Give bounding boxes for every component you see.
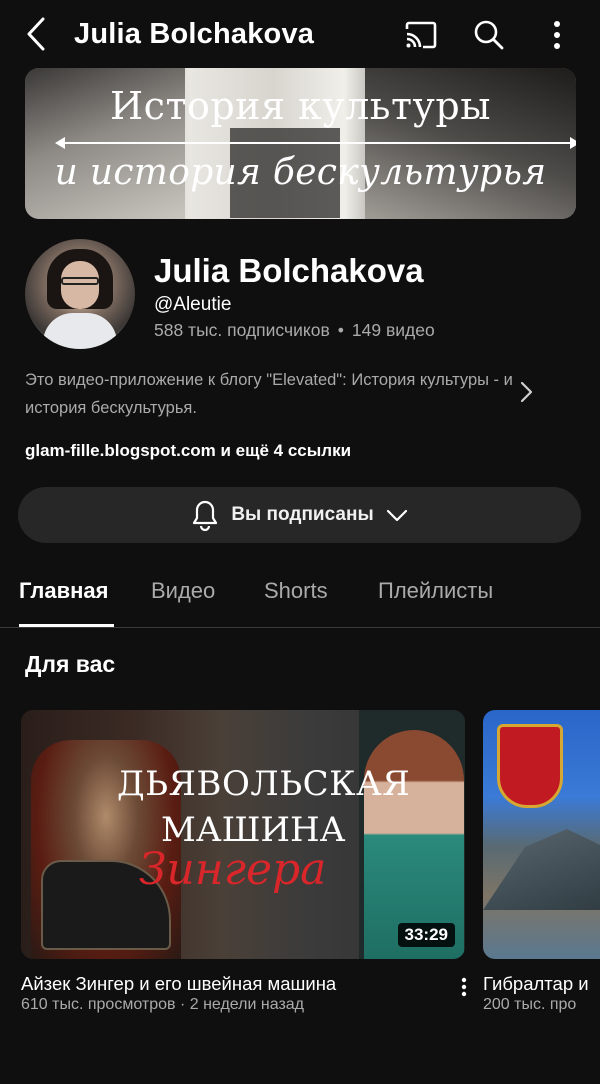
stats-separator: • [337, 320, 344, 340]
video-card[interactable]: ДЬЯВОЛЬСКАЯ МАШИНА Зингера 33:29 Айзек З… [21, 710, 467, 1020]
subscribed-button[interactable]: Вы подписаны [18, 487, 581, 543]
video-title[interactable]: Айзек Зингер и его швейная машина [21, 973, 336, 995]
video-card[interactable]: Гибралтар и 200 тыс. про [483, 710, 600, 1020]
video-duration: 33:29 [397, 923, 455, 947]
video-title[interactable]: Гибралтар и [483, 973, 589, 995]
more-vertical-icon [461, 977, 467, 997]
channel-description[interactable]: Это видео-приложение к блогу "Elevated":… [25, 366, 515, 422]
thumbnail-text-line3: Зингера [139, 844, 327, 895]
video-options-button[interactable] [454, 974, 474, 1000]
avatar[interactable] [25, 239, 135, 349]
top-bar: Julia Bolchakova [0, 0, 600, 68]
banner-title-line2: и история бескультурья [54, 152, 547, 193]
channel-banner: История культуры и история бескультурья [25, 68, 576, 219]
channel-name: Julia Bolchakova [154, 252, 424, 289]
chevron-right-icon [520, 381, 533, 403]
cast-button[interactable] [402, 16, 440, 54]
tab-home[interactable]: Главная [19, 578, 108, 604]
description-expand-button[interactable] [512, 378, 540, 406]
back-arrow-icon [27, 17, 45, 51]
channel-stats: 588 тыс. подписчиков • 149 видео [154, 320, 435, 341]
video-meta: 200 тыс. про [483, 996, 576, 1014]
back-button[interactable] [18, 14, 54, 54]
tab-shorts[interactable]: Shorts [264, 578, 328, 604]
channel-handle: @Aleutie [154, 294, 232, 315]
subscribed-label: Вы подписаны [231, 504, 374, 525]
active-tab-indicator [19, 624, 114, 627]
view-count: 610 тыс. просмотров [21, 996, 176, 1013]
more-options-button[interactable] [540, 16, 574, 54]
gibraltar-flag-image [497, 724, 563, 808]
tab-videos[interactable]: Видео [151, 578, 215, 604]
video-meta: 610 тыс. просмотров · 2 недели назад [21, 996, 304, 1014]
channel-tabs: Главная Видео Shorts Плейлисты [0, 560, 600, 628]
section-title: Для вас [25, 651, 116, 677]
subscriber-count: 588 тыс. подписчиков [154, 320, 330, 340]
upload-age: 2 недели назад [189, 996, 305, 1013]
page-title: Julia Bolchakova [74, 18, 315, 50]
banner-title-line1: История культуры [110, 84, 491, 128]
chevron-down-icon [386, 509, 407, 522]
video-thumbnail[interactable] [483, 710, 600, 959]
cast-icon [405, 21, 437, 49]
thumbnail-text-line1: ДЬЯВОЛЬСКАЯ [117, 764, 411, 804]
search-icon [474, 20, 504, 50]
banner-double-arrow [55, 137, 576, 149]
channel-links[interactable]: glam-fille.blogspot.com и ещё 4 ссылки [25, 441, 351, 461]
meta-separator: · [179, 996, 186, 1013]
tab-playlists[interactable]: Плейлисты [378, 578, 493, 604]
search-button[interactable] [470, 16, 508, 54]
view-count: 200 тыс. про [483, 996, 577, 1013]
video-count: 149 видео [351, 320, 435, 340]
more-vertical-icon [554, 21, 560, 49]
bell-icon [193, 500, 218, 531]
video-thumbnail[interactable]: ДЬЯВОЛЬСКАЯ МАШИНА Зингера 33:29 [21, 710, 465, 959]
